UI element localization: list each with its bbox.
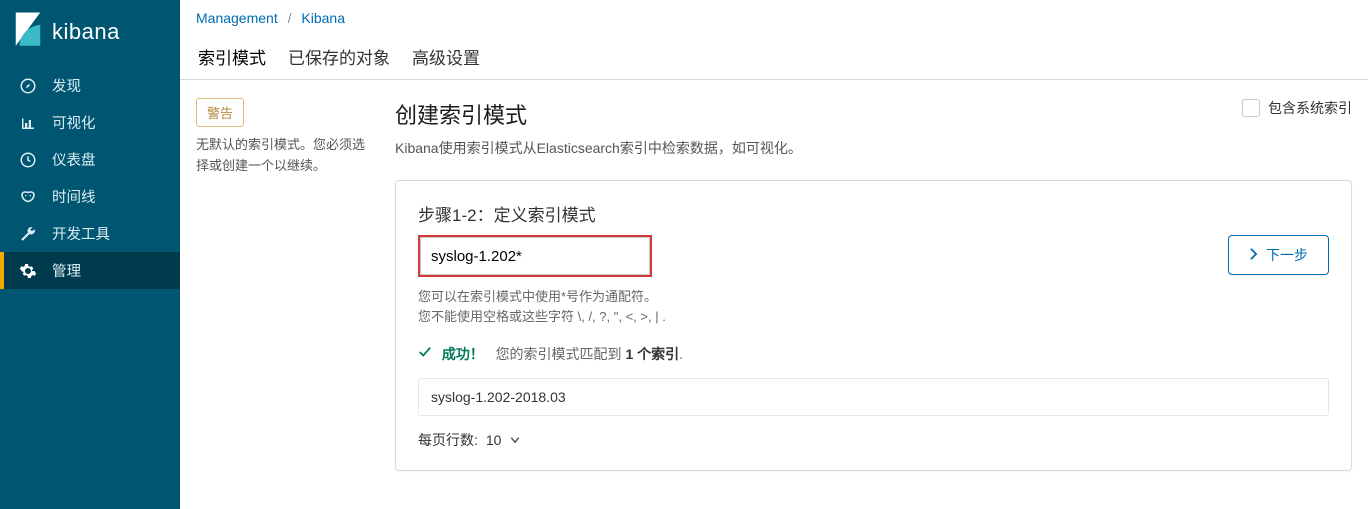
compass-icon: [18, 76, 38, 96]
tab-saved-objects[interactable]: 已保存的对象: [286, 36, 392, 79]
next-step-label: 下一步: [1266, 245, 1308, 265]
success-msg-prefix: 您的索引模式匹配到: [496, 346, 626, 362]
warning-text: 无默认的索引模式。您必须选择或创建一个以继续。: [196, 135, 371, 177]
breadcrumb: Management / Kibana: [180, 0, 1368, 26]
index-pattern-help-2: 您不能使用空格或这些字符 \, /, ?, ", <, >, | .: [418, 307, 666, 327]
warning-badge: 警告: [196, 98, 244, 127]
rows-per-page-value: 10: [486, 432, 502, 448]
sidebar-item-devtools[interactable]: 开发工具: [0, 215, 180, 252]
check-icon: [418, 345, 432, 359]
tabs: 索引模式 已保存的对象 高级设置: [180, 26, 1368, 80]
rows-per-page-label: 每页行数:: [418, 430, 478, 450]
matching-index-row: syslog-1.202-2018.03: [419, 379, 1328, 415]
success-msg-suffix: .: [679, 346, 683, 362]
brand[interactable]: kibana: [0, 0, 180, 67]
checkbox-icon: [1242, 99, 1260, 117]
warning-panel: 警告 无默认的索引模式。您必须选择或创建一个以继续。: [196, 98, 371, 491]
tab-advanced-settings[interactable]: 高级设置: [410, 36, 482, 79]
create-index-pattern-panel: 步骤1-2：定义索引模式 索引模式 您可以在索引模式中使用*号作为通配符。 您不…: [395, 180, 1352, 471]
sidebar-item-label: 发现: [52, 75, 81, 96]
index-pattern-help-1: 您可以在索引模式中使用*号作为通配符。: [418, 287, 666, 307]
main: Management / Kibana 索引模式 已保存的对象 高级设置 警告 …: [180, 0, 1368, 509]
tab-index-patterns[interactable]: 索引模式: [196, 36, 268, 79]
include-system-indices-toggle[interactable]: 包含系统索引: [1242, 98, 1352, 118]
wrench-icon: [18, 224, 38, 244]
sidebar-item-label: 仪表盘: [52, 149, 96, 170]
page-title: 创建索引模式: [395, 98, 802, 130]
matching-indices-list: syslog-1.202-2018.03: [418, 378, 1329, 416]
breadcrumb-kibana[interactable]: Kibana: [301, 10, 345, 26]
chevron-down-icon: [509, 434, 521, 446]
breadcrumb-sep: /: [288, 10, 292, 26]
kibana-logo-icon: [14, 10, 42, 53]
mask-icon: [18, 187, 38, 207]
page-description: Kibana使用索引模式从Elasticsearch索引中检索数据，如可视化。: [395, 138, 802, 158]
next-step-button[interactable]: 下一步: [1228, 235, 1329, 275]
sidebar-item-dashboard[interactable]: 仪表盘: [0, 141, 180, 178]
index-pattern-input-highlight: [418, 235, 652, 277]
chevron-right-icon: [1249, 247, 1258, 264]
sidebar-item-label: 时间线: [52, 186, 96, 207]
sidebar-item-discover[interactable]: 发现: [0, 67, 180, 104]
sidebar-item-management[interactable]: 管理: [0, 252, 180, 289]
nav: 发现 可视化 仪表盘 时间线 开发工具: [0, 67, 180, 289]
sidebar-item-visualize[interactable]: 可视化: [0, 104, 180, 141]
success-count: 1 个索引: [625, 346, 679, 362]
breadcrumb-management[interactable]: Management: [196, 10, 278, 26]
step-title: 步骤1-2：定义索引模式: [418, 201, 1329, 226]
index-pattern-input[interactable]: [420, 237, 650, 275]
gear-icon: [18, 261, 38, 281]
sidebar-item-label: 可视化: [52, 112, 96, 133]
clock-icon: [18, 150, 38, 170]
rows-per-page[interactable]: 每页行数: 10: [418, 430, 1329, 450]
sidebar-item-label: 管理: [52, 260, 81, 281]
sidebar-item-timelion[interactable]: 时间线: [0, 178, 180, 215]
brand-name: kibana: [52, 19, 120, 45]
sidebar: kibana 发现 可视化 仪表盘 时间线: [0, 0, 180, 509]
match-success-row: 成功！ 您的索引模式匹配到 1 个索引.: [418, 344, 1329, 364]
sidebar-item-label: 开发工具: [52, 223, 110, 244]
success-label: 成功！: [442, 346, 484, 362]
bar-chart-icon: [18, 113, 38, 133]
include-system-indices-label: 包含系统索引: [1268, 98, 1352, 118]
